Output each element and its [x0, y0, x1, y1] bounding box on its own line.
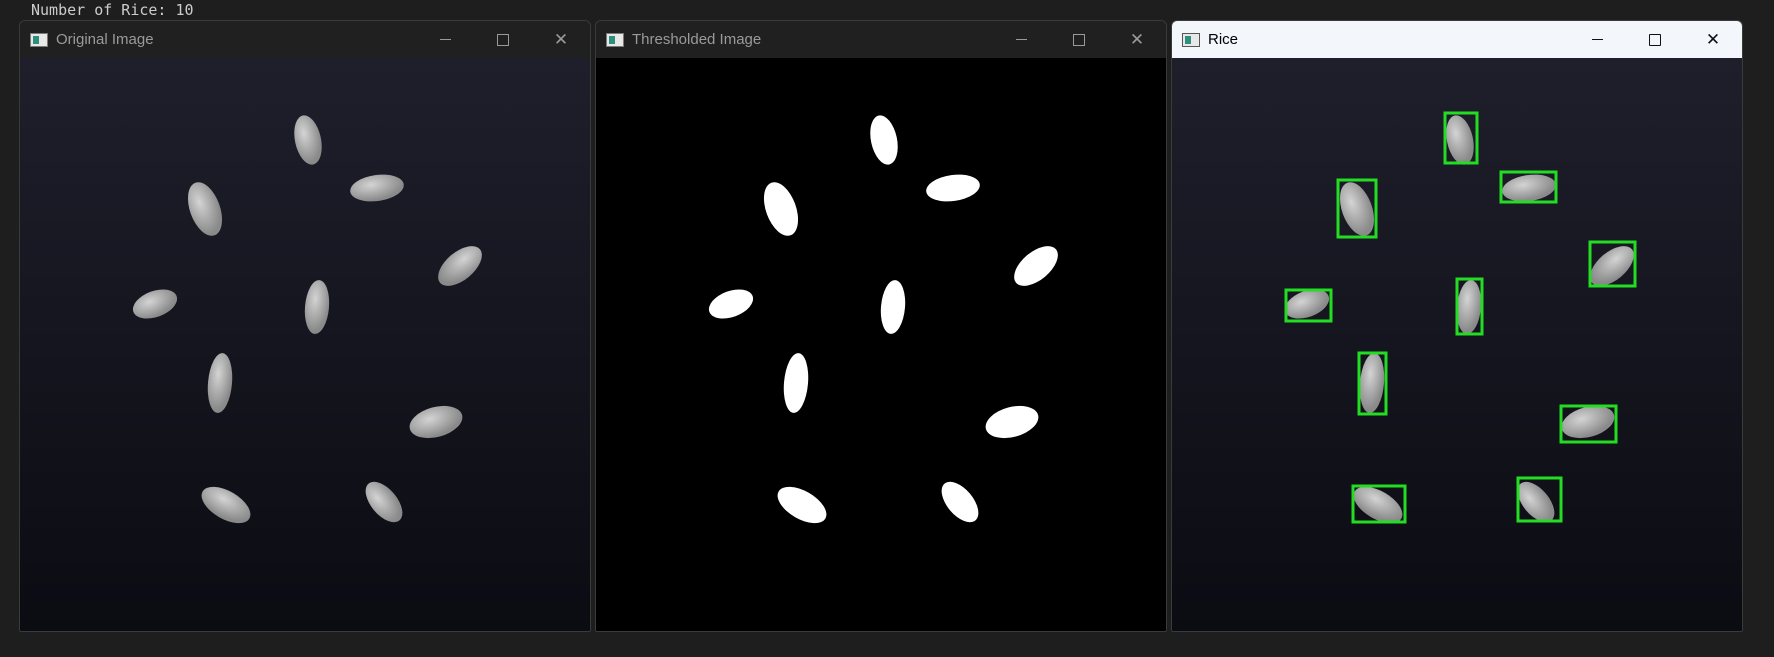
app-icon — [606, 32, 624, 47]
title-bar[interactable]: Rice ✕ — [1172, 21, 1742, 58]
original-image-window[interactable]: Original Image ✕ — [19, 20, 591, 632]
maximize-button[interactable] — [474, 21, 532, 58]
app-icon — [30, 32, 48, 47]
original-image — [20, 58, 590, 631]
maximize-icon — [1073, 33, 1085, 46]
minimize-icon — [1591, 39, 1603, 40]
title-bar[interactable]: Original Image ✕ — [20, 21, 590, 58]
image-canvas — [20, 58, 590, 631]
close-button[interactable]: ✕ — [1108, 21, 1166, 58]
rice-detection-image — [1172, 58, 1742, 631]
minimize-button[interactable] — [992, 21, 1050, 58]
maximize-button[interactable] — [1050, 21, 1108, 58]
close-button[interactable]: ✕ — [1684, 21, 1742, 58]
minimize-icon — [439, 39, 451, 40]
maximize-icon — [1649, 33, 1661, 46]
thresholded-image-window[interactable]: Thresholded Image ✕ — [595, 20, 1167, 632]
app-icon — [1182, 32, 1200, 47]
rice-window[interactable]: Rice ✕ — [1171, 20, 1743, 632]
image-canvas — [596, 58, 1166, 631]
maximize-button[interactable] — [1626, 21, 1684, 58]
minimize-button[interactable] — [1568, 21, 1626, 58]
close-button[interactable]: ✕ — [532, 21, 590, 58]
image-canvas — [1172, 58, 1742, 631]
title-bar[interactable]: Thresholded Image ✕ — [596, 21, 1166, 58]
close-icon: ✕ — [1129, 29, 1145, 50]
close-icon: ✕ — [553, 29, 569, 50]
thresholded-image — [596, 58, 1166, 631]
window-title: Thresholded Image — [632, 31, 762, 48]
window-title: Original Image — [56, 31, 154, 48]
window-title: Rice — [1208, 31, 1239, 48]
minimize-icon — [1015, 39, 1027, 40]
console-output: Number of Rice: 10 — [31, 1, 194, 19]
maximize-icon — [497, 33, 509, 46]
close-icon: ✕ — [1705, 29, 1721, 50]
minimize-button[interactable] — [416, 21, 474, 58]
